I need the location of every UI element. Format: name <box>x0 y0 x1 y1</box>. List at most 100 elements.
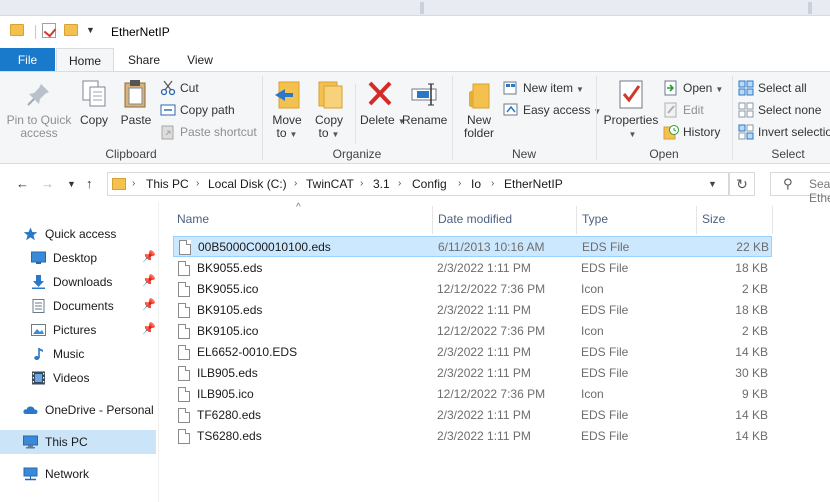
history-button[interactable]: History <box>663 122 733 142</box>
file-row[interactable]: BK9055.ico 12/12/2022 7:36 PM Icon 2 KB <box>173 279 772 300</box>
select-none-button[interactable]: Select none <box>738 100 830 120</box>
breadcrumb-io[interactable]: Io <box>471 177 481 191</box>
file-row[interactable]: BK9055.eds 2/3/2022 1:11 PM EDS File 18 … <box>173 258 772 279</box>
paste-button[interactable]: Paste <box>118 78 154 127</box>
pin-icon[interactable]: 📌 <box>142 322 156 335</box>
column-divider[interactable] <box>772 206 773 234</box>
delete-x-icon <box>364 78 396 110</box>
file-size: 18 KB <box>735 261 768 275</box>
breadcrumb-chevron-icon[interactable]: › <box>398 178 401 189</box>
breadcrumb-chevron-icon[interactable]: › <box>294 178 297 189</box>
tab-file[interactable]: File <box>0 48 55 72</box>
customize-toolbar-icon[interactable]: ▼ <box>86 25 95 35</box>
file-name: ILB905.ico <box>197 387 254 401</box>
search-input[interactable]: ⚲ Search EtherNetIP <box>770 172 830 205</box>
cut-button[interactable]: Cut <box>160 78 260 98</box>
new-folder-button[interactable]: New folder <box>458 78 500 140</box>
open-text: Open <box>683 81 713 95</box>
pin-icon[interactable]: 📌 <box>142 298 156 311</box>
back-arrow-icon[interactable]: ← <box>16 176 29 191</box>
tab-share[interactable]: Share <box>116 48 172 72</box>
file-row[interactable]: ILB905.eds 2/3/2022 1:11 PM EDS File 30 … <box>173 363 772 384</box>
select-all-button[interactable]: Select all <box>738 78 830 98</box>
breadcrumb-chevron-icon[interactable]: › <box>132 178 135 189</box>
breadcrumb-chevron-icon[interactable]: › <box>196 178 199 189</box>
tab-home[interactable]: Home <box>56 48 114 72</box>
file-type: Icon <box>581 324 604 338</box>
rename-label: Rename <box>402 113 448 127</box>
toolbar-divider <box>35 25 36 39</box>
up-arrow-icon[interactable]: ↑ <box>86 176 93 191</box>
nav-item-desktop[interactable]: Desktop 📌 <box>0 246 156 270</box>
move-to-button[interactable]: Move to ▼ <box>268 78 306 141</box>
pin-icon[interactable]: 📌 <box>142 274 156 287</box>
file-row[interactable]: 00B5000C00010100.eds 6/11/2013 10:16 AM … <box>173 236 772 257</box>
clipboard-group-label: Clipboard <box>105 147 157 161</box>
column-header-date[interactable]: Date modified <box>438 212 512 226</box>
file-row[interactable]: TF6280.eds 2/3/2022 1:11 PM EDS File 14 … <box>173 405 772 426</box>
recent-locations-icon[interactable]: ▼ <box>67 179 76 189</box>
nav-item-documents[interactable]: Documents 📌 <box>0 294 156 318</box>
copy-button[interactable]: Copy <box>77 78 111 127</box>
refresh-icon[interactable]: ↻ <box>729 172 755 196</box>
copy-path-label: Copy path <box>180 103 235 117</box>
invert-selection-button[interactable]: Invert selection <box>738 122 830 142</box>
file-name: TS6280.eds <box>197 429 262 443</box>
copy-path-button[interactable]: Copy path <box>160 100 260 120</box>
breadcrumb-chevron-icon[interactable]: › <box>360 178 363 189</box>
open-button[interactable]: Open ▼ <box>663 78 733 98</box>
column-divider[interactable] <box>696 206 697 234</box>
chevron-down-icon: ▼ <box>576 85 584 94</box>
delete-button[interactable]: Delete ▼ <box>360 78 406 128</box>
copy-to-icon <box>313 78 345 110</box>
breadcrumb-ethernetip[interactable]: EtherNetIP <box>504 177 563 191</box>
properties-quick-icon[interactable] <box>42 23 56 38</box>
nav-item-downloads[interactable]: Downloads 📌 <box>0 270 156 294</box>
file-row[interactable]: EL6652-0010.EDS 2/3/2022 1:11 PM EDS Fil… <box>173 342 772 363</box>
nav-item-videos[interactable]: Videos <box>0 366 156 390</box>
properties-button[interactable]: Properties ▼ <box>602 78 660 141</box>
nav-item-quick-access[interactable]: Quick access <box>0 222 156 246</box>
breadcrumb-chevron-icon[interactable]: › <box>491 178 494 189</box>
breadcrumb-version[interactable]: 3.1 <box>373 177 390 191</box>
breadcrumb-local-disk[interactable]: Local Disk (C:) <box>208 177 287 191</box>
nav-label: This PC <box>45 435 88 449</box>
column-header-size[interactable]: Size <box>702 212 725 226</box>
column-header-type[interactable]: Type <box>582 212 608 226</box>
properties-icon <box>615 78 647 110</box>
column-header-name[interactable]: Name <box>177 212 209 226</box>
file-row[interactable]: TS6280.eds 2/3/2022 1:11 PM EDS File 14 … <box>173 426 772 447</box>
breadcrumb-this-pc[interactable]: This PC <box>146 177 189 191</box>
nav-item-this-pc[interactable]: This PC <box>0 430 156 454</box>
file-row[interactable]: BK9105.eds 2/3/2022 1:11 PM EDS File 18 … <box>173 300 772 321</box>
nav-item-pictures[interactable]: Pictures 📌 <box>0 318 156 342</box>
column-divider[interactable] <box>576 206 577 234</box>
address-bar[interactable]: › This PC › Local Disk (C:) › TwinCAT › … <box>107 172 729 196</box>
nav-item-network[interactable]: Network <box>0 462 156 486</box>
pin-icon[interactable]: 📌 <box>142 250 156 263</box>
file-row[interactable]: BK9105.ico 12/12/2022 7:36 PM Icon 2 KB <box>173 321 772 342</box>
breadcrumb-config[interactable]: Config <box>412 177 447 191</box>
file-row[interactable]: ILB905.ico 12/12/2022 7:36 PM Icon 9 KB <box>173 384 772 405</box>
edit-button[interactable]: Edit <box>663 100 733 120</box>
new-item-button[interactable]: New item ▼ <box>503 78 593 98</box>
nav-item-onedrive[interactable]: OneDrive - Personal <box>0 398 156 422</box>
copy-to-button[interactable]: Copy to ▼ <box>310 78 348 141</box>
breadcrumb-twincat[interactable]: TwinCAT <box>306 177 354 191</box>
chevron-down-icon[interactable]: ▼ <box>708 179 717 189</box>
breadcrumb-chevron-icon[interactable]: › <box>458 178 461 189</box>
new-folder-quick-icon[interactable] <box>64 24 78 36</box>
paste-shortcut-button[interactable]: Paste shortcut <box>160 122 260 142</box>
address-row: ← → ▼ ↑ › This PC › Local Disk (C:) › Tw… <box>0 164 830 205</box>
file-icon <box>178 366 190 381</box>
pin-to-quick-access-button[interactable]: Pin to Quick access <box>4 78 74 140</box>
column-divider[interactable] <box>432 206 433 234</box>
ribbon-tabs: File Home Share View <box>0 48 830 72</box>
easy-access-button[interactable]: Easy access ▼ <box>503 100 601 120</box>
file-date: 2/3/2022 1:11 PM <box>437 429 531 443</box>
file-name: BK9055.ico <box>197 282 259 296</box>
tab-view[interactable]: View <box>172 48 228 72</box>
forward-arrow-icon[interactable]: → <box>41 176 54 191</box>
rename-button[interactable]: Rename <box>402 78 448 127</box>
nav-item-music[interactable]: Music <box>0 342 156 366</box>
